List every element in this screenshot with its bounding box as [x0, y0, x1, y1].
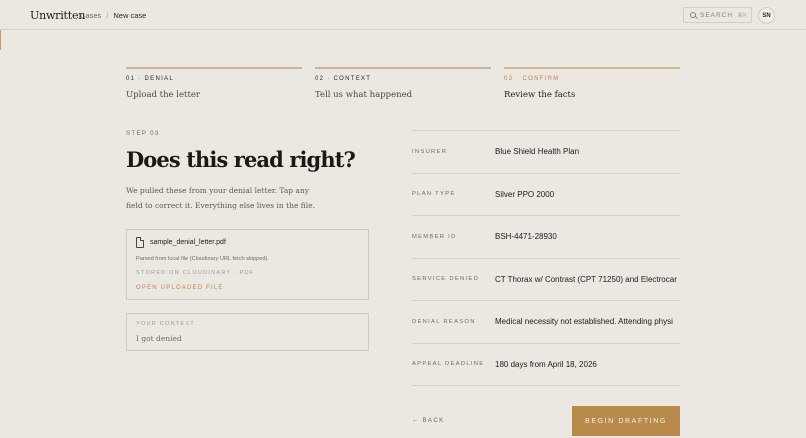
fact-key: SERVICE DENIED: [412, 276, 480, 283]
step-title: Review the facts: [504, 90, 576, 100]
step-denial[interactable]: 01 · DENIAL Upload the letter: [126, 67, 302, 100]
stepper: 01 · DENIAL Upload the letter 02 · CONTE…: [126, 67, 680, 100]
search-label: SEARCH: [700, 11, 734, 19]
top-bar: Unwritten Cases / New case SEARCH ⌘K SN: [0, 0, 806, 30]
fact-row-plan-type[interactable]: PLAN TYPE Silver PPO 2000: [412, 174, 680, 216]
fact-value[interactable]: Silver PPO 2000: [495, 190, 554, 199]
search-shortcut: ⌘K: [737, 12, 748, 19]
context-value: I got denied: [136, 334, 182, 343]
parse-note: Parsed from local file (Cloudinary URL f…: [136, 256, 269, 262]
breadcrumb: Cases / New case: [80, 11, 146, 20]
step-number: 02 · CONTEXT: [315, 76, 372, 82]
step-confirm[interactable]: 03 · CONFIRM Review the facts: [504, 67, 680, 100]
search-button[interactable]: SEARCH ⌘K: [683, 7, 752, 23]
step-number: 03 · CONFIRM: [504, 76, 560, 82]
step-title: Upload the letter: [126, 90, 200, 100]
fact-row-service-denied[interactable]: SERVICE DENIED CT Thorax w/ Contrast (CP…: [412, 259, 680, 301]
facts-list: INSURER Blue Shield Health Plan PLAN TYP…: [412, 130, 680, 386]
fact-row-insurer[interactable]: INSURER Blue Shield Health Plan: [412, 131, 680, 174]
fact-value[interactable]: CT Thorax w/ Contrast (CPT 71250) and El…: [495, 275, 677, 284]
step-context[interactable]: 02 · CONTEXT Tell us what happened: [315, 67, 491, 100]
open-file-link[interactable]: OPEN UPLOADED FILE: [136, 285, 224, 291]
step-eyebrow: STEP 03: [126, 131, 160, 137]
begin-drafting-button[interactable]: BEGIN DRAFTING: [572, 406, 680, 436]
page-title: Does this read right?: [126, 147, 356, 172]
fact-row-appeal-deadline[interactable]: APPEAL DEADLINE 180 days from April 18, …: [412, 344, 680, 386]
fact-key: PLAN TYPE: [412, 191, 456, 198]
fact-value[interactable]: Blue Shield Health Plan: [495, 147, 579, 156]
context-card[interactable]: YOUR CONTEXT I got denied: [126, 313, 369, 351]
fact-value[interactable]: 180 days from April 18, 2026: [495, 360, 597, 369]
accent-line: [0, 30, 1, 50]
fact-value[interactable]: BSH-4471-28930: [495, 232, 557, 241]
fact-row-member-id[interactable]: MEMBER ID BSH-4471-28930: [412, 216, 680, 259]
user-avatar[interactable]: SN: [758, 7, 775, 24]
document-icon: [136, 237, 144, 248]
fact-key: APPEAL DEADLINE: [412, 361, 485, 368]
fact-row-denial-reason[interactable]: DENIAL REASON Medical necessity not esta…: [412, 301, 680, 344]
back-button[interactable]: ← BACK: [412, 417, 445, 424]
step-number: 01 · DENIAL: [126, 76, 174, 82]
fact-value[interactable]: Medical necessity not established. Atten…: [495, 317, 673, 326]
breadcrumb-cases[interactable]: Cases: [80, 11, 101, 20]
file-name: sample_denial_letter.pdf: [150, 239, 226, 246]
fact-key: INSURER: [412, 148, 448, 155]
brand-logo[interactable]: Unwritten: [30, 9, 85, 22]
breadcrumb-current: New case: [113, 11, 147, 20]
search-icon: [690, 12, 696, 18]
uploaded-file-card: sample_denial_letter.pdf Parsed from loc…: [126, 229, 369, 300]
fact-key: MEMBER ID: [412, 233, 457, 240]
storage-label: STORED ON CLOUDINARY · PDF: [136, 270, 255, 276]
step-title: Tell us what happened: [315, 90, 413, 100]
intro-text: We pulled these from your denial letter.…: [126, 186, 315, 210]
context-label: YOUR CONTEXT: [136, 321, 195, 327]
fact-key: DENIAL REASON: [412, 318, 476, 325]
breadcrumb-separator: /: [106, 11, 109, 20]
